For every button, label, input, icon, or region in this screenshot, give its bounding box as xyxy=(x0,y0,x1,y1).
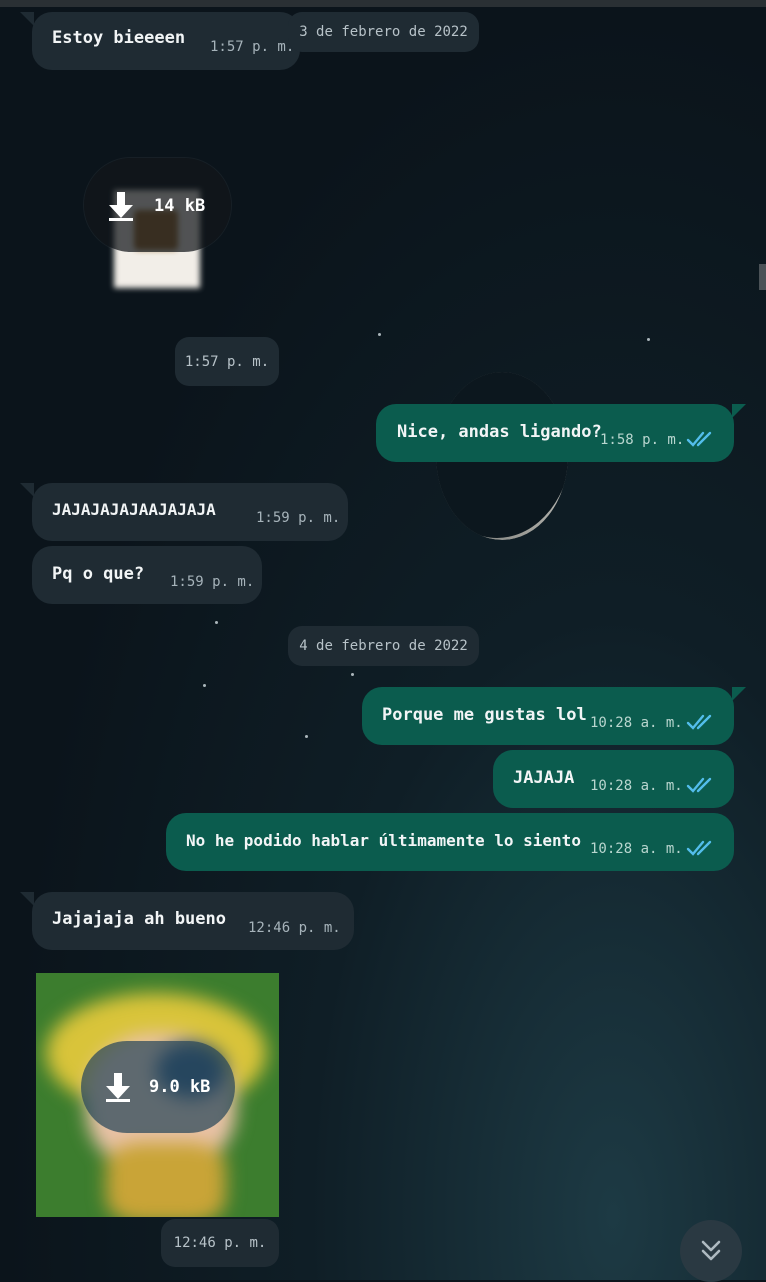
star xyxy=(378,333,381,336)
message-text: JAJAJAJAJAAJAJAJA xyxy=(52,500,216,519)
message-bubble-outgoing[interactable]: JAJAJA 10:28 a. m. xyxy=(493,750,734,808)
date-label: 4 de febrero de 2022 xyxy=(299,638,468,654)
scroll-to-bottom-button[interactable] xyxy=(680,1220,742,1282)
media-time-pill: 1:57 p. m. xyxy=(175,337,279,386)
date-separator: 3 de febrero de 2022 xyxy=(288,12,479,52)
message-bubble-outgoing[interactable]: No he podido hablar últimamente lo sient… xyxy=(166,813,734,871)
message-bubble-incoming[interactable]: JAJAJAJAJAAJAJAJA 1:59 p. m. xyxy=(20,483,348,541)
media-time-pill: 12:46 p. m. xyxy=(161,1219,279,1267)
message-bubble-outgoing[interactable]: Nice, andas ligando? 1:58 p. m. xyxy=(376,404,746,462)
download-button[interactable]: 14 kB xyxy=(84,158,231,252)
message-text: Estoy bieeeen xyxy=(52,28,186,48)
message-time: 1:59 p. m. xyxy=(256,510,341,526)
message-bubble-incoming[interactable]: Estoy bieeeen 1:57 p. m. xyxy=(20,12,300,70)
message-text: Porque me gustas lol xyxy=(382,705,587,725)
message-time: 1:59 p. m. xyxy=(170,574,255,590)
message-text: Jajajaja ah bueno xyxy=(52,909,226,929)
file-size: 14 kB xyxy=(154,196,206,216)
file-size: 9.0 kB xyxy=(149,1077,211,1097)
double-chevron-down-icon xyxy=(701,1240,721,1261)
message-time: 1:57 p. m. xyxy=(184,353,270,370)
message-text: Pq o que? xyxy=(52,564,145,584)
message-text: No he podido hablar últimamente lo sient… xyxy=(186,831,581,850)
date-separator: 4 de febrero de 2022 xyxy=(288,626,479,666)
message-bubble-incoming[interactable]: Pq o que? 1:59 p. m. xyxy=(32,546,262,604)
message-bubble-incoming[interactable]: Jajajaja ah bueno 12:46 p. m. xyxy=(20,892,354,950)
message-text: Nice, andas ligando? xyxy=(397,422,602,442)
message-bubble-outgoing[interactable]: Porque me gustas lol 10:28 a. m. xyxy=(362,687,746,745)
download-arrow-icon xyxy=(106,1073,130,1102)
date-label: 3 de febrero de 2022 xyxy=(299,24,468,40)
double-check-icon xyxy=(686,431,712,447)
message-time: 12:46 p. m. xyxy=(248,920,341,936)
star xyxy=(647,338,650,341)
star xyxy=(305,735,308,738)
top-bar xyxy=(0,0,766,7)
scrollbar-thumb[interactable] xyxy=(759,264,766,290)
message-time: 10:28 a. m. xyxy=(590,841,683,857)
message-time: 1:58 p. m. xyxy=(600,432,685,448)
star xyxy=(203,684,206,687)
double-check-icon xyxy=(686,714,712,730)
double-check-icon xyxy=(686,840,712,856)
message-time: 10:28 a. m. xyxy=(590,715,683,731)
message-time: 10:28 a. m. xyxy=(590,778,683,794)
star xyxy=(215,621,218,624)
download-button[interactable]: 9.0 kB xyxy=(81,1041,235,1133)
double-check-icon xyxy=(686,777,712,793)
message-time: 1:57 p. m. xyxy=(210,39,295,55)
message-text: JAJAJA xyxy=(513,768,575,788)
message-time: 12:46 p. m. xyxy=(173,1235,267,1251)
download-arrow-icon xyxy=(109,192,133,221)
star xyxy=(351,673,354,676)
